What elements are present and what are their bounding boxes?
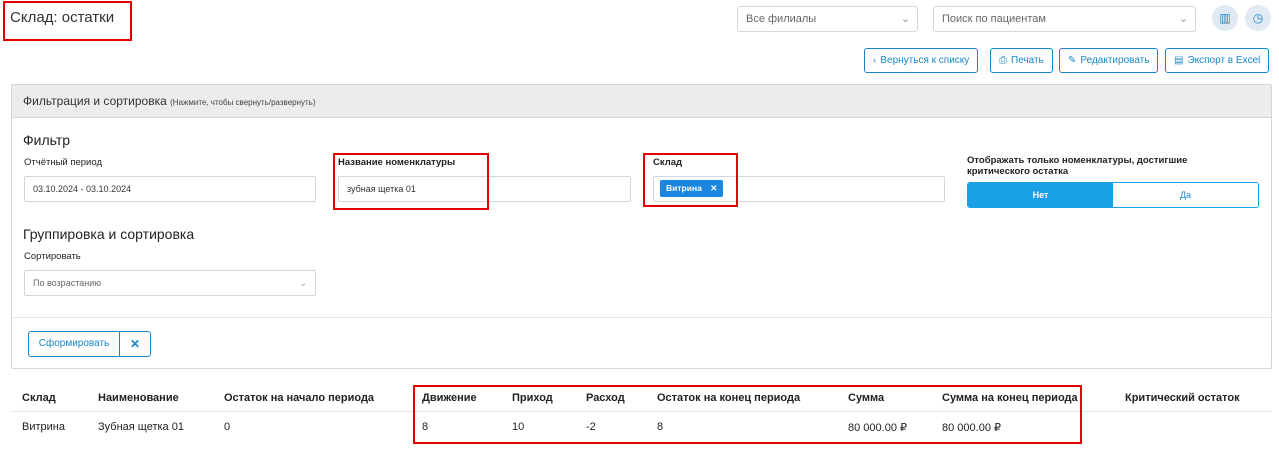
print-label: Печать <box>1011 55 1044 66</box>
chevron-left-icon: ‹ <box>873 55 877 66</box>
edit-button[interactable]: ✎ Редактировать <box>1059 48 1159 73</box>
panel-divider <box>12 317 1271 318</box>
col-header-end-balance: Остаток на конец периода <box>657 392 801 404</box>
page-title: Склад: остатки <box>10 9 115 26</box>
cell-end-balance: 8 <box>657 421 664 433</box>
col-header-movement: Движение <box>422 392 477 404</box>
col-header-income: Приход <box>512 392 553 404</box>
barcode-button[interactable]: ▥ <box>1212 5 1238 31</box>
col-header-warehouse: Склад <box>22 392 56 404</box>
cell-name: Зубная щетка 01 <box>98 421 184 433</box>
period-value: 03.10.2024 - 03.10.2024 <box>33 184 132 194</box>
cell-sum: 80 000.00 ₽ <box>848 422 907 434</box>
warehouse-tag[interactable]: Витрина ✕ <box>660 180 724 197</box>
col-header-start-balance: Остаток на начало периода <box>224 392 375 404</box>
cell-warehouse: Витрина <box>22 421 65 433</box>
print-button[interactable]: ⎙ Печать <box>990 48 1053 73</box>
sort-select[interactable]: По возрастанию ⌄ <box>24 270 316 296</box>
printer-icon: ⎙ <box>999 55 1007 66</box>
col-header-sum: Сумма <box>848 392 885 404</box>
chevron-down-icon: ⌄ <box>1178 13 1188 25</box>
close-icon: ✕ <box>129 337 141 351</box>
reset-filter-button[interactable]: ✕ <box>119 331 151 357</box>
cell-movement: 8 <box>422 421 429 433</box>
clock-icon: ◷ <box>1252 11 1264 25</box>
barcode-icon: ▥ <box>1219 11 1231 25</box>
clock-button[interactable]: ◷ <box>1245 5 1271 31</box>
pencil-icon: ✎ <box>1068 55 1077 66</box>
warehouse-tag-label: Витрина <box>666 183 702 193</box>
filter-panel-header[interactable]: Фильтрация и сортировка (Нажмите, чтобы … <box>12 85 1271 118</box>
cell-expense: -2 <box>586 421 596 433</box>
nomenclature-value: зубная щетка 01 <box>347 184 416 194</box>
edit-label: Редактировать <box>1080 55 1150 66</box>
sort-value: По возрастанию <box>33 278 101 288</box>
back-label: Вернуться к списку <box>880 55 970 66</box>
branches-select-value: Все филиалы <box>746 13 817 25</box>
critical-label: Отображать только номенклатуры, достигши… <box>967 155 1188 177</box>
chevron-down-icon: ⌄ <box>299 278 307 288</box>
nomenclature-label: Название номенклатуры <box>338 157 456 168</box>
col-header-critical: Критический остаток <box>1125 392 1240 404</box>
patient-search-placeholder: Поиск по пациентам <box>942 13 1046 25</box>
patient-search-select[interactable]: Поиск по пациентам ⌄ <box>933 6 1196 32</box>
chevron-down-icon: ⌄ <box>900 13 910 25</box>
col-header-name: Наименование <box>98 392 179 404</box>
panel-hint: (Нажмите, чтобы свернуть/развернуть) <box>170 98 316 107</box>
warehouse-label: Склад <box>653 157 683 168</box>
remove-tag-icon[interactable]: ✕ <box>710 183 717 193</box>
back-to-list-button[interactable]: ‹ Вернуться к списку <box>864 48 979 73</box>
critical-yes-option[interactable]: Да <box>1113 183 1258 207</box>
period-label: Отчётный период <box>24 157 102 168</box>
cell-income: 10 <box>512 421 525 433</box>
filter-title: Фильтр <box>23 132 71 148</box>
cell-end-sum: 80 000.00 ₽ <box>942 422 1001 434</box>
col-header-expense: Расход <box>586 392 625 404</box>
branches-select[interactable]: Все филиалы ⌄ <box>737 6 918 32</box>
build-report-button[interactable]: Сформировать <box>28 331 120 357</box>
nomenclature-input[interactable]: зубная щетка 01 <box>338 176 631 202</box>
sort-label: Сортировать <box>24 251 81 262</box>
grouping-title: Группировка и сортировка <box>23 226 195 242</box>
file-icon: ▤ <box>1174 55 1184 66</box>
export-label: Экспорт в Excel <box>1187 55 1261 66</box>
filter-panel: Фильтрация и сортировка (Нажмите, чтобы … <box>11 84 1272 369</box>
table-header-divider <box>11 411 1272 412</box>
period-field[interactable]: 03.10.2024 - 03.10.2024 <box>24 176 316 202</box>
col-header-end-sum: Сумма на конец периода <box>942 392 1078 404</box>
critical-no-option[interactable]: Нет <box>968 183 1113 207</box>
cell-start-balance: 0 <box>224 421 231 433</box>
panel-title: Фильтрация и сортировка <box>23 94 167 108</box>
critical-toggle: Нет Да <box>967 182 1259 208</box>
export-excel-button[interactable]: ▤ Экспорт в Excel <box>1165 48 1270 73</box>
